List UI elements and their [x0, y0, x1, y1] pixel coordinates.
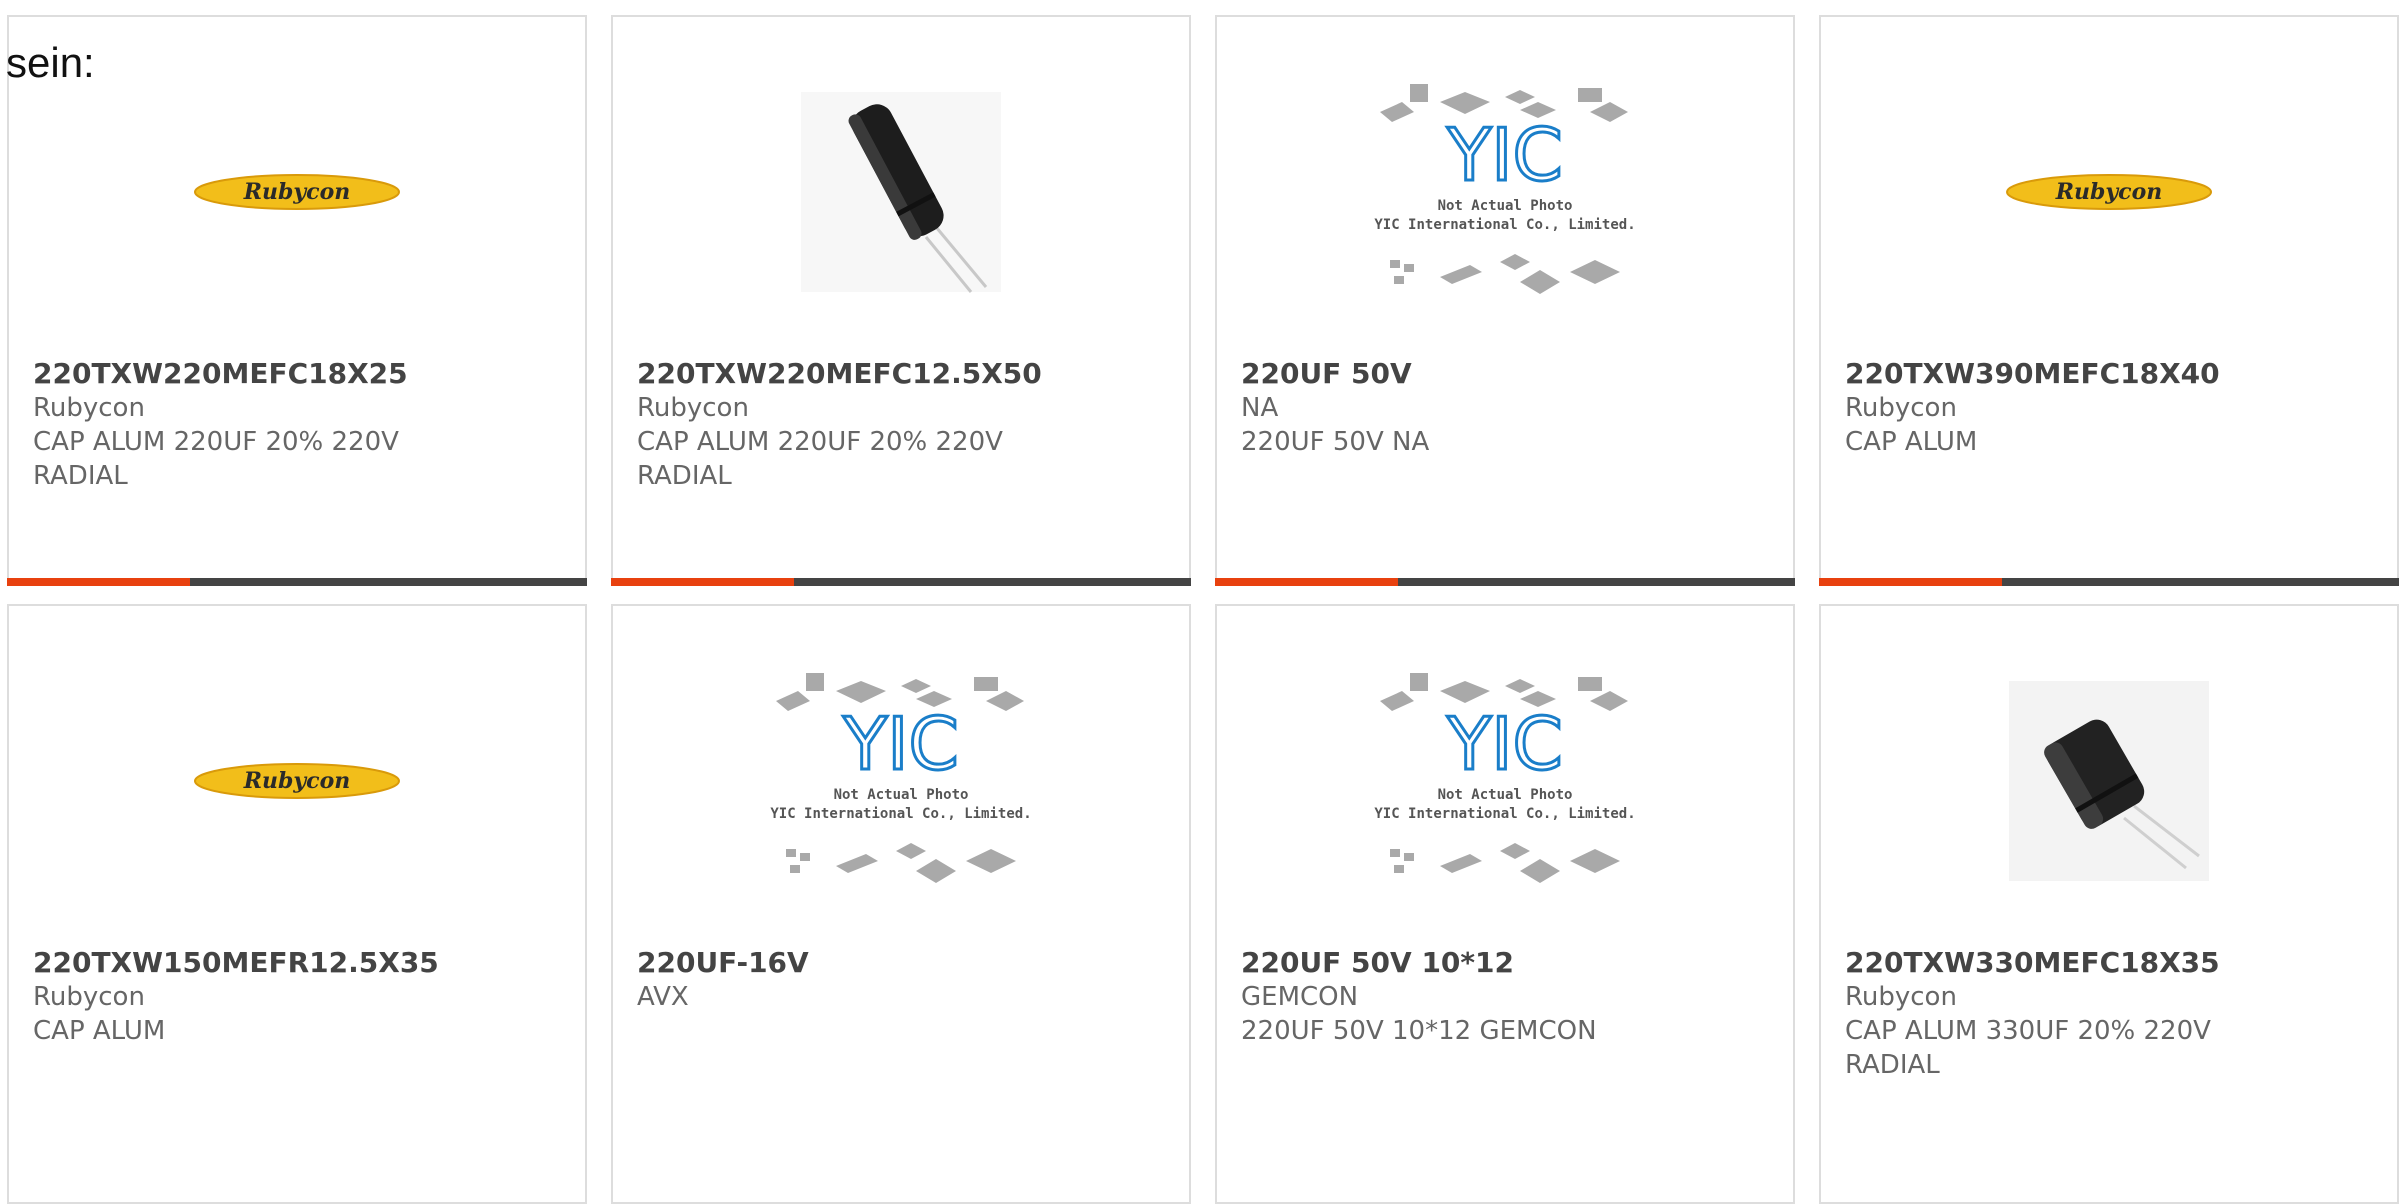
svg-text:YIC International Co., Limited: YIC International Co., Limited.	[1374, 217, 1635, 233]
product-description: CAP ALUM	[33, 1016, 166, 1046]
product-card[interactable]: Rubycon 220TXW150MEFR12.5X35 Rubycon CAP…	[7, 604, 587, 1204]
product-image[interactable]: YIC Not Actual Photo YIC International C…	[1365, 661, 1645, 901]
rubycon-logo-icon: Rubycon	[2006, 174, 2212, 210]
product-image[interactable]: YIC Not Actual Photo YIC International C…	[761, 661, 1041, 901]
product-card[interactable]: YIC Not Actual Photo YIC International C…	[1215, 15, 1795, 586]
svg-text:YIC: YIC	[842, 702, 959, 786]
svg-text:YIC International Co., Limited: YIC International Co., Limited.	[1374, 806, 1635, 822]
product-brand: Rubycon	[33, 982, 145, 1012]
product-card[interactable]: Rubycon 220TXW220MEFC18X25 Rubycon CAP A…	[7, 15, 587, 586]
product-description: CAP ALUM 220UF 20% 220V RADIAL	[637, 427, 1003, 491]
svg-text:YIC: YIC	[1446, 113, 1563, 197]
product-image[interactable]	[1969, 661, 2249, 901]
product-brand: Rubycon	[637, 393, 749, 423]
svg-text:YIC International Co., Limited: YIC International Co., Limited.	[770, 806, 1031, 822]
svg-text:YIC: YIC	[1446, 702, 1563, 786]
svg-text:Rubycon: Rubycon	[243, 768, 351, 794]
product-brand: NA	[1241, 393, 1279, 423]
product-description: 220UF 50V NA	[1241, 427, 1430, 457]
product-title[interactable]: 220TXW390MEFC18X40	[1845, 357, 2377, 391]
product-image[interactable]	[761, 72, 1041, 312]
product-card[interactable]: Rubycon 220TXW390MEFC18X40 Rubycon CAP A…	[1819, 15, 2399, 586]
card-accent	[7, 578, 190, 586]
card-accent	[1819, 578, 2002, 586]
product-image[interactable]: Rubycon	[157, 72, 437, 312]
product-brand: Rubycon	[33, 393, 145, 423]
capacitor-tall-icon	[801, 92, 1001, 293]
product-description: 220UF 50V 10*12 GEMCON	[1241, 1016, 1597, 1046]
svg-text:Not Actual Photo: Not Actual Photo	[834, 787, 969, 803]
product-card[interactable]: YIC Not Actual Photo YIC International C…	[1215, 604, 1795, 1204]
card-progress-bar	[7, 578, 587, 586]
stray-text: sein:	[6, 39, 95, 86]
card-progress-bar	[1819, 578, 2399, 586]
yic-placeholder-icon: YIC Not Actual Photo YIC International C…	[1374, 673, 1636, 883]
product-title[interactable]: 220UF 50V	[1241, 357, 1773, 391]
product-brand: AVX	[637, 982, 689, 1012]
product-image[interactable]: Rubycon	[1969, 72, 2249, 312]
rubycon-logo-icon: Rubycon	[194, 174, 400, 210]
product-card[interactable]: 220TXW330MEFC18X35 Rubycon CAP ALUM 330U…	[1819, 604, 2399, 1204]
product-card[interactable]: 220TXW220MEFC12.5X50 Rubycon CAP ALUM 22…	[611, 15, 1191, 586]
product-title[interactable]: 220UF-16V	[637, 946, 1169, 980]
product-card[interactable]: YIC Not Actual Photo YIC International C…	[611, 604, 1191, 1204]
card-progress-bar	[1215, 578, 1795, 586]
product-title[interactable]: 220TXW220MEFC18X25	[33, 357, 565, 391]
product-description: CAP ALUM 330UF 20% 220V RADIAL	[1845, 1016, 2211, 1080]
product-title[interactable]: 220TXW150MEFR12.5X35	[33, 946, 565, 980]
card-accent	[1215, 578, 1398, 586]
svg-text:Rubycon: Rubycon	[243, 179, 351, 205]
product-description: CAP ALUM 220UF 20% 220V RADIAL	[33, 427, 399, 491]
svg-text:Not Actual Photo: Not Actual Photo	[1438, 787, 1573, 803]
yic-placeholder-icon: YIC Not Actual Photo YIC International C…	[1374, 84, 1636, 294]
product-brand: GEMCON	[1241, 982, 1359, 1012]
svg-text:Rubycon: Rubycon	[2055, 179, 2163, 205]
product-brand: Rubycon	[1845, 982, 1957, 1012]
svg-text:Not Actual Photo: Not Actual Photo	[1438, 198, 1573, 214]
product-title[interactable]: 220TXW330MEFC18X35	[1845, 946, 2377, 980]
product-description: CAP ALUM	[1845, 427, 1978, 457]
product-title[interactable]: 220TXW220MEFC12.5X50	[637, 357, 1169, 391]
card-progress-bar	[611, 578, 1191, 586]
yic-placeholder-icon: YIC Not Actual Photo YIC International C…	[770, 673, 1032, 883]
card-accent	[611, 578, 794, 586]
product-image[interactable]: Rubycon	[157, 661, 437, 901]
product-image[interactable]: YIC Not Actual Photo YIC International C…	[1365, 72, 1645, 312]
product-brand: Rubycon	[1845, 393, 1957, 423]
capacitor-short-icon	[2009, 681, 2209, 881]
rubycon-logo-icon: Rubycon	[194, 763, 400, 799]
product-title[interactable]: 220UF 50V 10*12	[1241, 946, 1773, 980]
